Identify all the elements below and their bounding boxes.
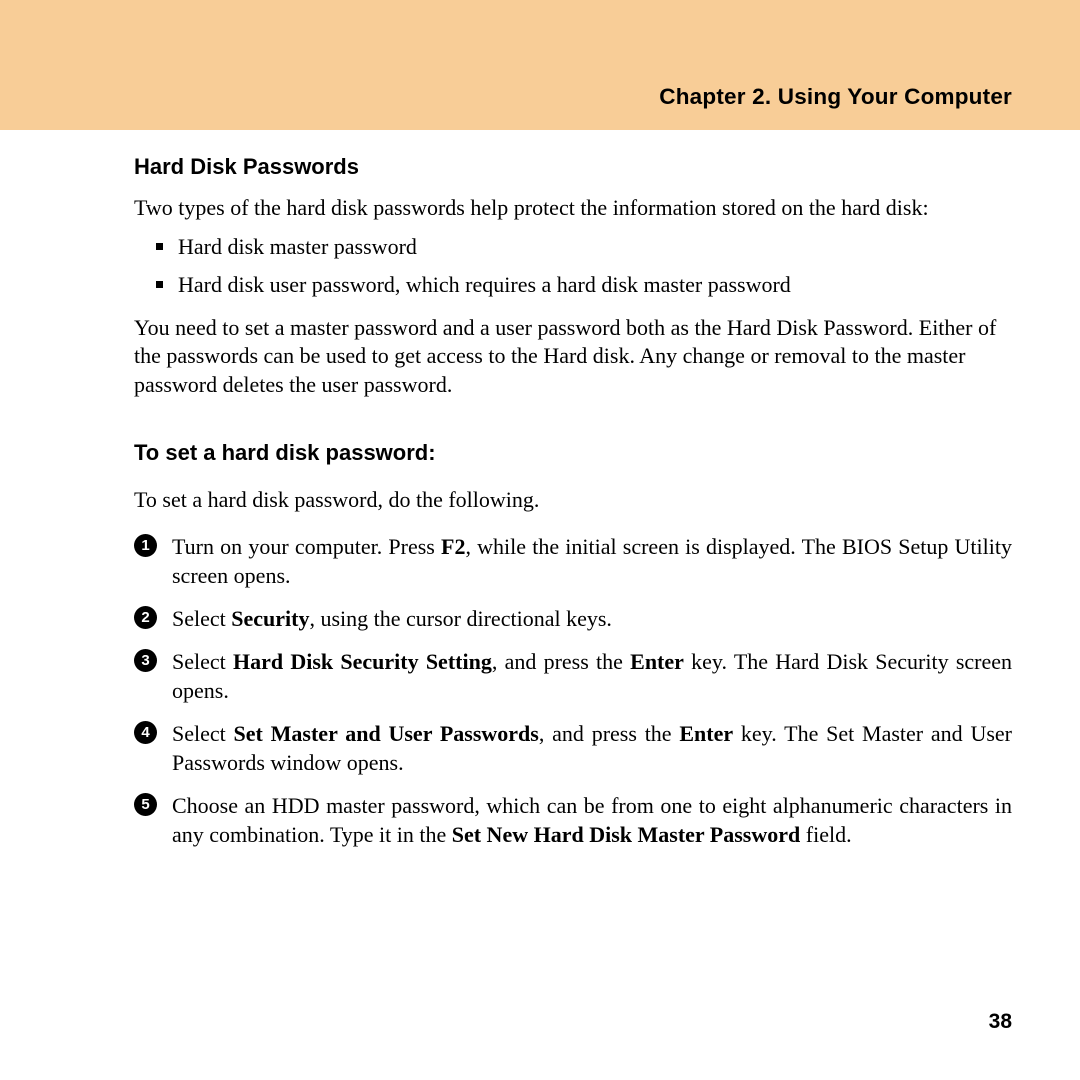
step-text: Turn on your computer. Press	[172, 534, 441, 559]
section1-intro: Two types of the hard disk passwords hel…	[134, 194, 1012, 223]
page-number: 38	[989, 1010, 1012, 1034]
step-text: , and press the	[492, 649, 630, 674]
section-heading-1: Hard Disk Passwords	[134, 154, 1012, 180]
step-text: field.	[800, 822, 851, 847]
step-text: , and press the	[539, 721, 680, 746]
list-item: Select Hard Disk Security Setting, and p…	[134, 647, 1012, 705]
section1-after: You need to set a master password and a …	[134, 314, 1012, 400]
step-text: , using the cursor directional keys.	[309, 606, 611, 631]
bold-text: Enter	[679, 721, 733, 746]
list-item: Hard disk master password	[178, 233, 1012, 262]
bold-text: Hard Disk Security Setting	[233, 649, 492, 674]
step-text: Select	[172, 649, 233, 674]
list-item: Choose an HDD master password, which can…	[134, 791, 1012, 849]
bold-text: Enter	[630, 649, 684, 674]
list-item: Select Security, using the cursor direct…	[134, 604, 1012, 633]
bold-text: Set New Hard Disk Master Password	[452, 822, 801, 847]
page: Chapter 2. Using Your Computer Hard Disk…	[0, 0, 1080, 1080]
steps-list: Turn on your computer. Press F2, while t…	[134, 532, 1012, 849]
bold-text: F2	[441, 534, 465, 559]
step-text: Select	[172, 606, 231, 631]
list-item: Turn on your computer. Press F2, while t…	[134, 532, 1012, 590]
section2-intro: To set a hard disk password, do the foll…	[134, 486, 1012, 515]
bold-text: Set Master and User Passwords	[234, 721, 539, 746]
chapter-title: Chapter 2. Using Your Computer	[0, 84, 1012, 110]
header-band: Chapter 2. Using Your Computer	[0, 0, 1080, 130]
step-text: Select	[172, 721, 234, 746]
bullet-list: Hard disk master password Hard disk user…	[134, 233, 1012, 300]
list-item: Select Set Master and User Passwords, an…	[134, 719, 1012, 777]
list-item: Hard disk user password, which requires …	[178, 271, 1012, 300]
section-heading-2: To set a hard disk password:	[134, 440, 1012, 466]
bold-text: Security	[231, 606, 309, 631]
content: Hard Disk Passwords Two types of the har…	[0, 130, 1080, 849]
